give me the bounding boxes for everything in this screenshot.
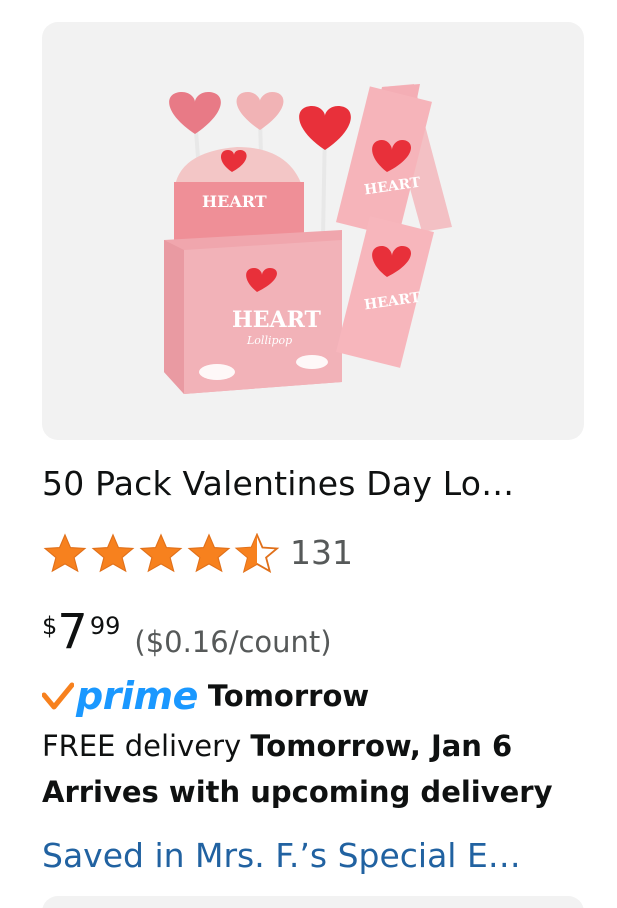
box-front-sub: Lollipop [246,334,292,347]
prime-badge-row: prime Tomorrow [42,674,369,718]
product-image: HEART HEART Lollipop HEART HEART [164,84,452,394]
delivery-prefix: FREE delivery [42,729,251,763]
box-lid-brand: HEART [202,192,267,211]
prime-check-icon [42,682,74,710]
price-currency-symbol: $ [42,612,58,640]
price-fraction: 99 [89,612,121,640]
next-product-card[interactable] [42,896,584,908]
unit-price: ($0.16/count) [134,625,332,659]
prime-delivery-when: Tomorrow [207,679,370,713]
price-whole: 7 [57,604,88,660]
star-full-icon [43,533,87,573]
box-front-brand: HEART [232,307,322,333]
star-full-icon [91,533,135,573]
prime-logo-text: prime [76,674,198,718]
star-rating [42,533,280,573]
star-full-icon [187,533,231,573]
delivery-info: FREE delivery Tomorrow, Jan 6 [42,726,512,766]
rating-row[interactable]: 131 [42,528,353,578]
delivery-date: Tomorrow, Jan 6 [250,729,513,763]
arrives-info: Arrives with upcoming delivery [42,775,553,809]
product-image-card[interactable]: HEART HEART Lollipop HEART HEART [42,22,584,440]
product-title[interactable]: 50 Pack Valentines Day Lo… [42,462,587,506]
review-count[interactable]: 131 [290,528,353,578]
star-half-icon [234,533,280,573]
star-full-icon [139,533,183,573]
price: $ 7 99 ($0.16/count) [42,603,332,663]
saved-list-link[interactable]: Saved in Mrs. F.’s Special E… [42,834,590,878]
